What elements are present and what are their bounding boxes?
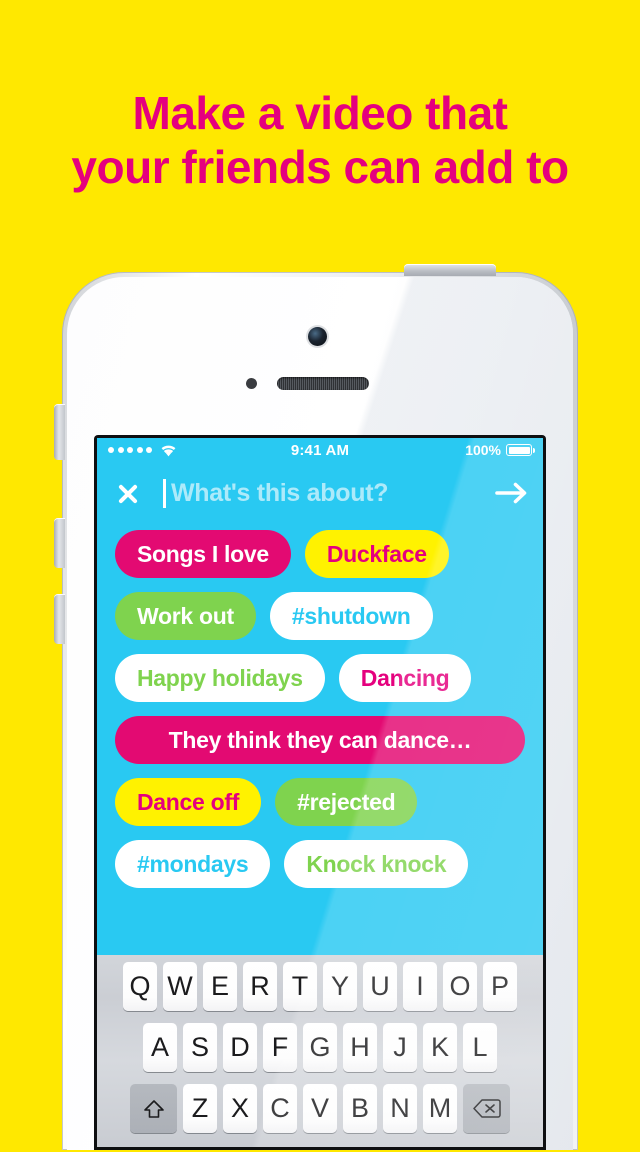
key-t[interactable]: T	[283, 962, 317, 1011]
key-l[interactable]: L	[463, 1023, 497, 1072]
tag-row: #mondays Knock knock	[115, 840, 543, 888]
keyboard-letters-3: ZXCVBNM	[183, 1084, 457, 1133]
key-z[interactable]: Z	[183, 1084, 217, 1133]
key-f[interactable]: F	[263, 1023, 297, 1072]
status-bar: 9:41 AM 100%	[97, 438, 543, 462]
key-q[interactable]: Q	[123, 962, 157, 1011]
tag-chip[interactable]: They think they can dance…	[115, 716, 525, 764]
key-g[interactable]: G	[303, 1023, 337, 1072]
key-c[interactable]: C	[263, 1084, 297, 1133]
tag-chip[interactable]: #shutdown	[269, 592, 433, 640]
search-input[interactable]: What's this about?	[163, 478, 487, 508]
tag-chip[interactable]: Duckface	[304, 530, 449, 578]
screen-frame: 9:41 AM 100% What's this about? Songs I …	[94, 435, 546, 1150]
key-s[interactable]: S	[183, 1023, 217, 1072]
app-screen: 9:41 AM 100% What's this about? Songs I …	[97, 438, 543, 1147]
camera-icon	[308, 327, 327, 346]
key-e[interactable]: E	[203, 962, 237, 1011]
tag-chip[interactable]: Happy holidays	[115, 654, 325, 702]
key-w[interactable]: W	[163, 962, 197, 1011]
key-r[interactable]: R	[243, 962, 277, 1011]
key-j[interactable]: J	[383, 1023, 417, 1072]
signal-strength-icon	[108, 447, 152, 453]
proximity-sensor-icon	[246, 378, 257, 389]
text-caret	[163, 478, 166, 508]
tag-chip[interactable]: Songs I love	[115, 530, 291, 578]
headline-line-2: your friends can add to	[71, 141, 569, 193]
volume-up-button[interactable]	[54, 518, 65, 568]
wifi-icon	[161, 445, 176, 456]
key-m[interactable]: M	[423, 1084, 457, 1133]
key-v[interactable]: V	[303, 1084, 337, 1133]
keyboard-row-3: ZXCVBNM	[97, 1084, 543, 1133]
shift-icon[interactable]	[130, 1084, 177, 1133]
key-p[interactable]: P	[483, 962, 517, 1011]
tag-row: They think they can dance…	[115, 716, 543, 764]
phone-mockup: 9:41 AM 100% What's this about? Songs I …	[54, 264, 578, 1152]
search-bar: What's this about?	[97, 462, 543, 524]
key-i[interactable]: I	[403, 962, 437, 1011]
tag-chip[interactable]: Dancing	[338, 654, 472, 702]
tag-row: Dance off #rejected	[115, 778, 543, 826]
key-k[interactable]: K	[423, 1023, 457, 1072]
power-button[interactable]	[404, 264, 496, 276]
battery-icon	[506, 444, 535, 456]
status-bar-left	[108, 444, 291, 457]
key-x[interactable]: X	[223, 1084, 257, 1133]
key-h[interactable]: H	[343, 1023, 377, 1072]
status-bar-right: 100%	[349, 442, 535, 458]
tag-row: Work out #shutdown	[115, 592, 543, 640]
tag-chip[interactable]: #mondays	[115, 840, 271, 888]
keyboard-row-2: ASDFGHJKL	[97, 1023, 543, 1072]
tag-suggestion-list: Songs I love Duckface Work out #shutdown Hap…	[97, 524, 543, 888]
status-bar-time: 9:41 AM	[290, 441, 350, 459]
search-placeholder: What's this about?	[171, 478, 389, 507]
arrow-right-icon[interactable]	[495, 480, 529, 506]
key-d[interactable]: D	[223, 1023, 257, 1072]
onscreen-keyboard[interactable]: QWERTYUIOP ASDFGHJKL ZXCVBNM	[97, 955, 543, 1147]
page-title: Make a video that your friends can add t…	[0, 86, 640, 194]
headline-line-1: Make a video that	[132, 87, 508, 139]
close-icon[interactable]	[115, 480, 141, 506]
key-y[interactable]: Y	[323, 962, 357, 1011]
earpiece-speaker	[277, 377, 369, 390]
battery-percent-label: 100%	[465, 442, 501, 458]
tag-row: Happy holidays Dancing	[115, 654, 543, 702]
key-o[interactable]: O	[443, 962, 477, 1011]
tag-row: Songs I love Duckface	[115, 530, 543, 578]
keyboard-row-1: QWERTYUIOP	[97, 962, 543, 1011]
backspace-icon[interactable]	[463, 1084, 510, 1133]
key-b[interactable]: B	[343, 1084, 377, 1133]
key-a[interactable]: A	[143, 1023, 177, 1072]
volume-down-button[interactable]	[54, 594, 65, 644]
key-u[interactable]: U	[363, 962, 397, 1011]
tag-chip[interactable]: Work out	[115, 592, 256, 640]
tag-chip[interactable]: #rejected	[275, 778, 418, 826]
key-n[interactable]: N	[383, 1084, 417, 1133]
tag-chip[interactable]: Knock knock	[284, 840, 469, 888]
mute-switch[interactable]	[54, 404, 65, 460]
tag-chip[interactable]: Dance off	[115, 778, 262, 826]
